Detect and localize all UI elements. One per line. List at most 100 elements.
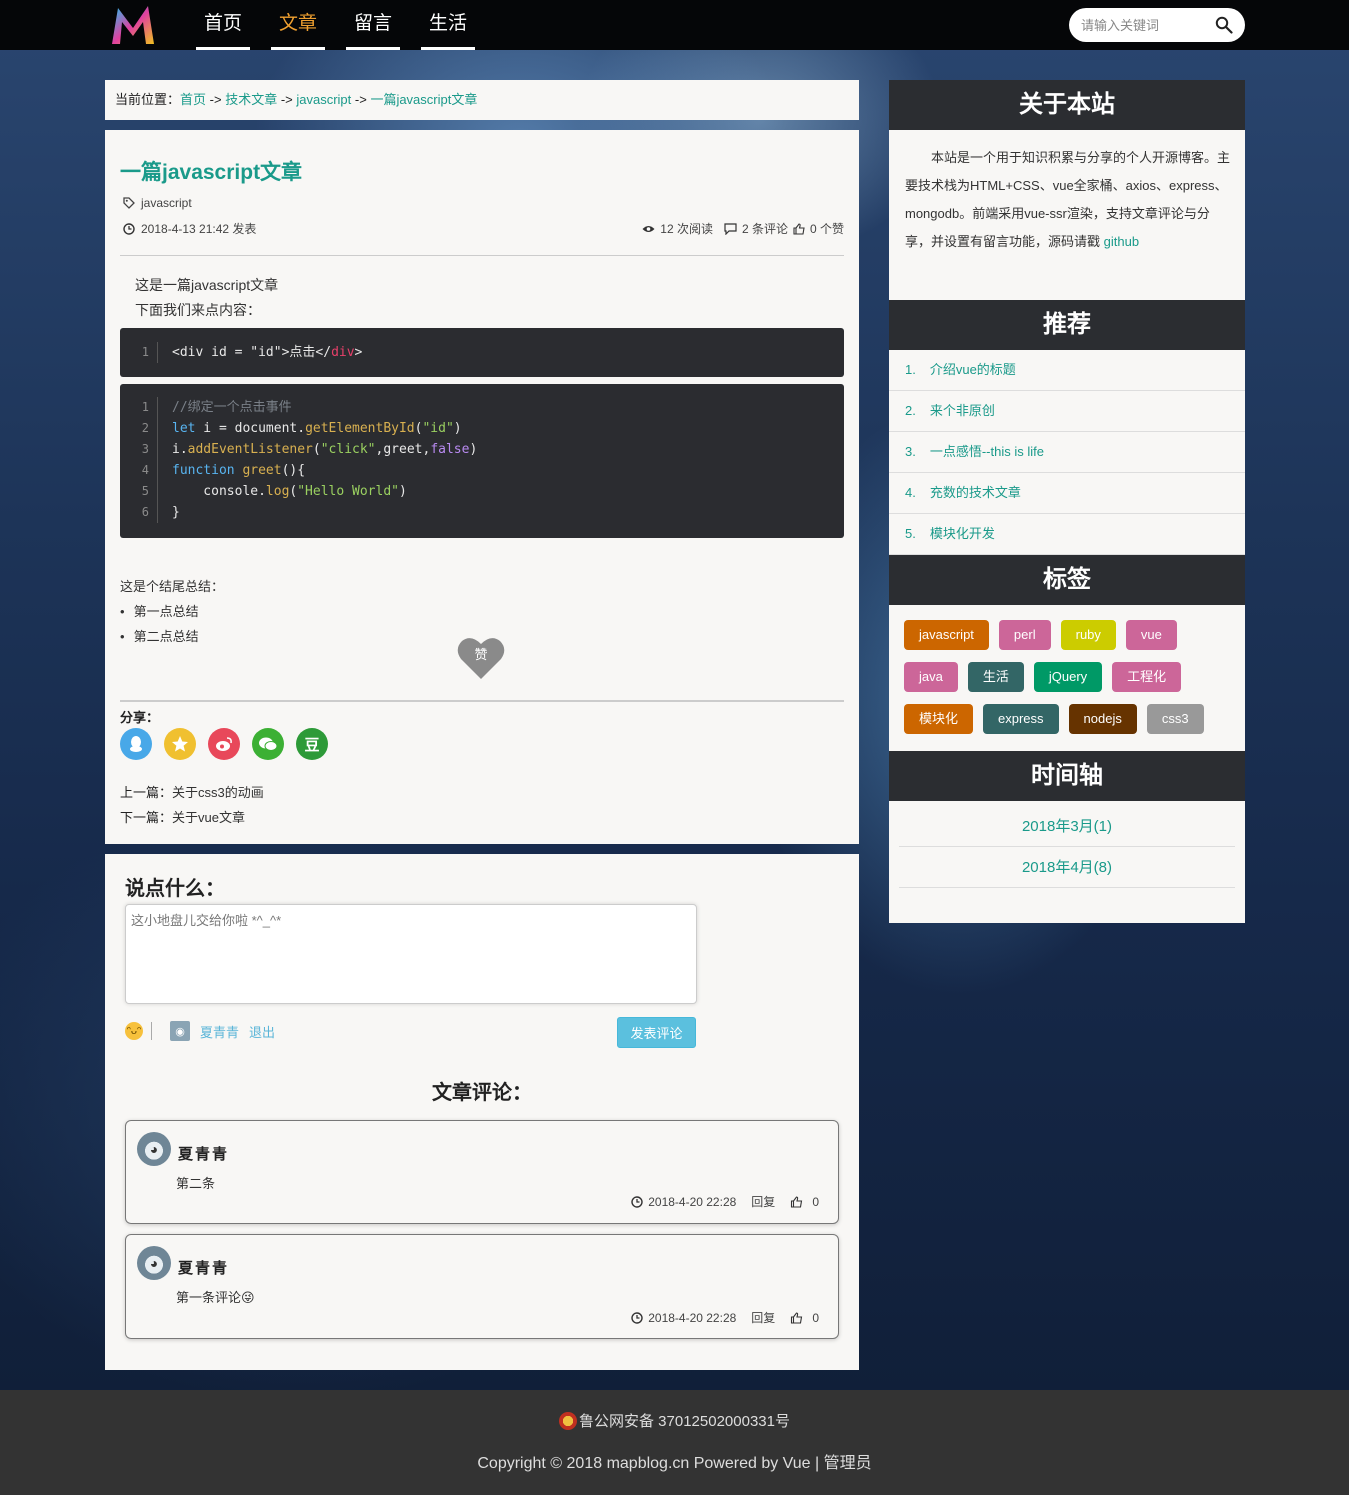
next-article: 下一篇：关于vue文章 [120, 810, 245, 825]
tag-item[interactable]: java [904, 662, 958, 692]
current-username[interactable]: 夏青青 [200, 1022, 239, 1041]
divider [120, 700, 844, 702]
github-link[interactable]: github [1104, 234, 1139, 249]
breadcrumb: 当前位置：首页 -> 技术文章 -> javascript -> 一篇javas… [105, 80, 859, 120]
article-tag: javascript [123, 196, 192, 210]
tag-item[interactable]: 工程化 [1112, 662, 1182, 692]
emoji-picker-icon[interactable]: ᵔᴗᵔ [125, 1022, 143, 1040]
summary-heading: 这是个结尾总结： [120, 579, 225, 594]
search-input[interactable] [1081, 15, 1211, 35]
thumbs-up-icon[interactable] [790, 1195, 803, 1208]
tag-item[interactable]: jQuery [1033, 662, 1103, 692]
logout-link[interactable]: 退出 [249, 1022, 275, 1041]
next-article-link[interactable]: 关于vue文章 [172, 810, 245, 825]
comment-meta: 2018-4-20 22:28 回复 0 [631, 1193, 819, 1210]
divider [120, 255, 844, 256]
qq-share-icon[interactable] [120, 728, 152, 760]
comment-item: ◕ 夏青青 第一条评论😜 2018-4-20 22:28 回复 0 [125, 1234, 839, 1339]
thumbs-up-icon[interactable] [793, 222, 805, 235]
crumb-tech[interactable]: 技术文章 [225, 92, 277, 107]
tag-item[interactable]: 生活 [967, 662, 1024, 692]
search-icon[interactable] [1215, 16, 1233, 34]
timeline-list: 2018年3月(1) 2018年4月(8) [899, 806, 1235, 888]
tag-icon [123, 197, 135, 209]
code-block-1: 1 <div id = "id">点击</div> [120, 328, 844, 377]
article-intro-2: 下面我们来点内容： [135, 302, 261, 318]
prev-article: 上一篇：关于css3的动画 [120, 785, 264, 800]
timeline-item[interactable]: 2018年3月(1) [899, 806, 1235, 847]
timeline-title: 时间轴 [889, 751, 1245, 801]
comment-text: 第一条评论😜 [176, 1290, 255, 1305]
submit-comment-button[interactable]: 发表评论 [617, 1017, 696, 1048]
recommend-item[interactable]: 5. 模块化开发 [889, 514, 1245, 555]
crumb-home[interactable]: 首页 [180, 92, 206, 107]
tag-item[interactable]: css3 [1146, 704, 1204, 734]
police-badge-icon [559, 1411, 578, 1430]
nav-life[interactable]: 生活 [421, 0, 475, 50]
list-item: 第二点总结 [120, 624, 224, 649]
summary-list: 这是个结尾总结： 第一点总结 第二点总结 [120, 574, 224, 649]
avatar: ◉ [170, 1021, 190, 1041]
main-nav: 首页 文章 留言 生活 [196, 0, 496, 50]
recommend-list: 1. 介绍vue的标题 2. 来个非原创 3. 一点感悟--this is life … [889, 350, 1245, 555]
reply-link[interactable]: 回复 [751, 1193, 775, 1210]
beian-info: 鲁公网安备 37012502000331号 [0, 1410, 1349, 1431]
share-buttons: 豆 [120, 728, 328, 760]
like-heart-button[interactable]: 赞 [456, 635, 506, 681]
recommend-item[interactable]: 4. 充数的技术文章 [889, 473, 1245, 514]
tag-item[interactable]: nodejs [1068, 704, 1137, 734]
nav-messages[interactable]: 留言 [346, 0, 400, 50]
tag-item[interactable]: 模块化 [904, 704, 974, 734]
article-intro: 这是一篇javascript文章 [135, 277, 279, 293]
about-title: 关于本站 [889, 80, 1245, 130]
comment-toolbar: ᵔᴗᵔ ◉ 夏青青 退出 [125, 1019, 275, 1043]
site-logo[interactable] [108, 2, 158, 48]
comment-icon [724, 222, 737, 235]
code-block-2: 1//绑定一个点击事件 2 let i = document.getElement… [120, 384, 844, 538]
avatar: ◕ [137, 1132, 171, 1166]
comment-item: ◕ 夏青青 第二条 2018-4-20 22:28 回复 0 [125, 1120, 839, 1224]
thumbs-up-icon[interactable] [790, 1311, 803, 1324]
like-label: 赞 [474, 647, 487, 662]
wechat-share-icon[interactable] [252, 728, 284, 760]
tag-item[interactable]: express [983, 704, 1059, 734]
douban-share-icon[interactable]: 豆 [296, 728, 328, 760]
footer: 鲁公网安备 37012502000331号 Copyright © 2018 m… [0, 1390, 1349, 1495]
divider [151, 1022, 152, 1040]
reply-link[interactable]: 回复 [751, 1309, 775, 1326]
top-navbar: 首页 文章 留言 生活 [0, 0, 1349, 50]
comment-textarea[interactable] [125, 904, 697, 1004]
comment-author: 夏青青 [178, 1145, 230, 1163]
copyright: Copyright © 2018 mapblog.cn Powered by V… [477, 1455, 872, 1472]
recommend-item[interactable]: 3. 一点感悟--this is life [889, 432, 1245, 473]
article-title: 一篇javascript文章 [120, 161, 303, 184]
article-panel: 一篇javascript文章 javascript 2018-4-13 21:4… [105, 130, 859, 844]
crumb-current[interactable]: 一篇javascript文章 [370, 92, 477, 107]
timeline-item[interactable]: 2018年4月(8) [899, 847, 1235, 888]
comment-section: 说点什么： ᵔᴗᵔ ◉ 夏青青 退出 发表评论 文章评论： ◕ 夏青青 第二条 … [105, 854, 859, 1370]
tag-item[interactable]: javascript [904, 620, 989, 650]
sidebar: 关于本站 本站是一个用于知识积累与分享的个人开源博客。主要技术栈为HTML+CS… [889, 80, 1245, 923]
article-date: 2018-4-13 21:42 发表 [123, 220, 256, 237]
weibo-share-icon[interactable] [208, 728, 240, 760]
comment-meta: 2018-4-20 22:28 回复 0 [631, 1309, 819, 1326]
clock-icon [631, 1311, 643, 1324]
eye-icon [642, 225, 655, 232]
recommend-item[interactable]: 2. 来个非原创 [889, 391, 1245, 432]
clock-icon [123, 222, 135, 235]
beian-link[interactable]: 鲁公网安备 37012502000331号 [579, 1410, 790, 1431]
article-stats: 12 次阅读 2 条评论 0 个赞 [642, 220, 844, 237]
prev-article-link[interactable]: 关于css3的动画 [172, 785, 264, 800]
search-box [1069, 8, 1245, 42]
recommend-item[interactable]: 1. 介绍vue的标题 [889, 350, 1245, 391]
qzone-share-icon[interactable] [164, 728, 196, 760]
crumb-javascript[interactable]: javascript [296, 92, 351, 107]
share-label: 分享： [120, 710, 160, 725]
nav-articles[interactable]: 文章 [271, 0, 325, 50]
tag-item[interactable]: ruby [1060, 620, 1116, 650]
tag-item[interactable]: vue [1125, 620, 1177, 650]
comment-text: 第二条 [176, 1176, 216, 1191]
tag-item[interactable]: perl [998, 620, 1051, 650]
tag-cloud: javascript perl ruby vue java 生活 jQuery 工程化模块化 e… [904, 620, 1234, 734]
nav-home[interactable]: 首页 [196, 0, 250, 50]
